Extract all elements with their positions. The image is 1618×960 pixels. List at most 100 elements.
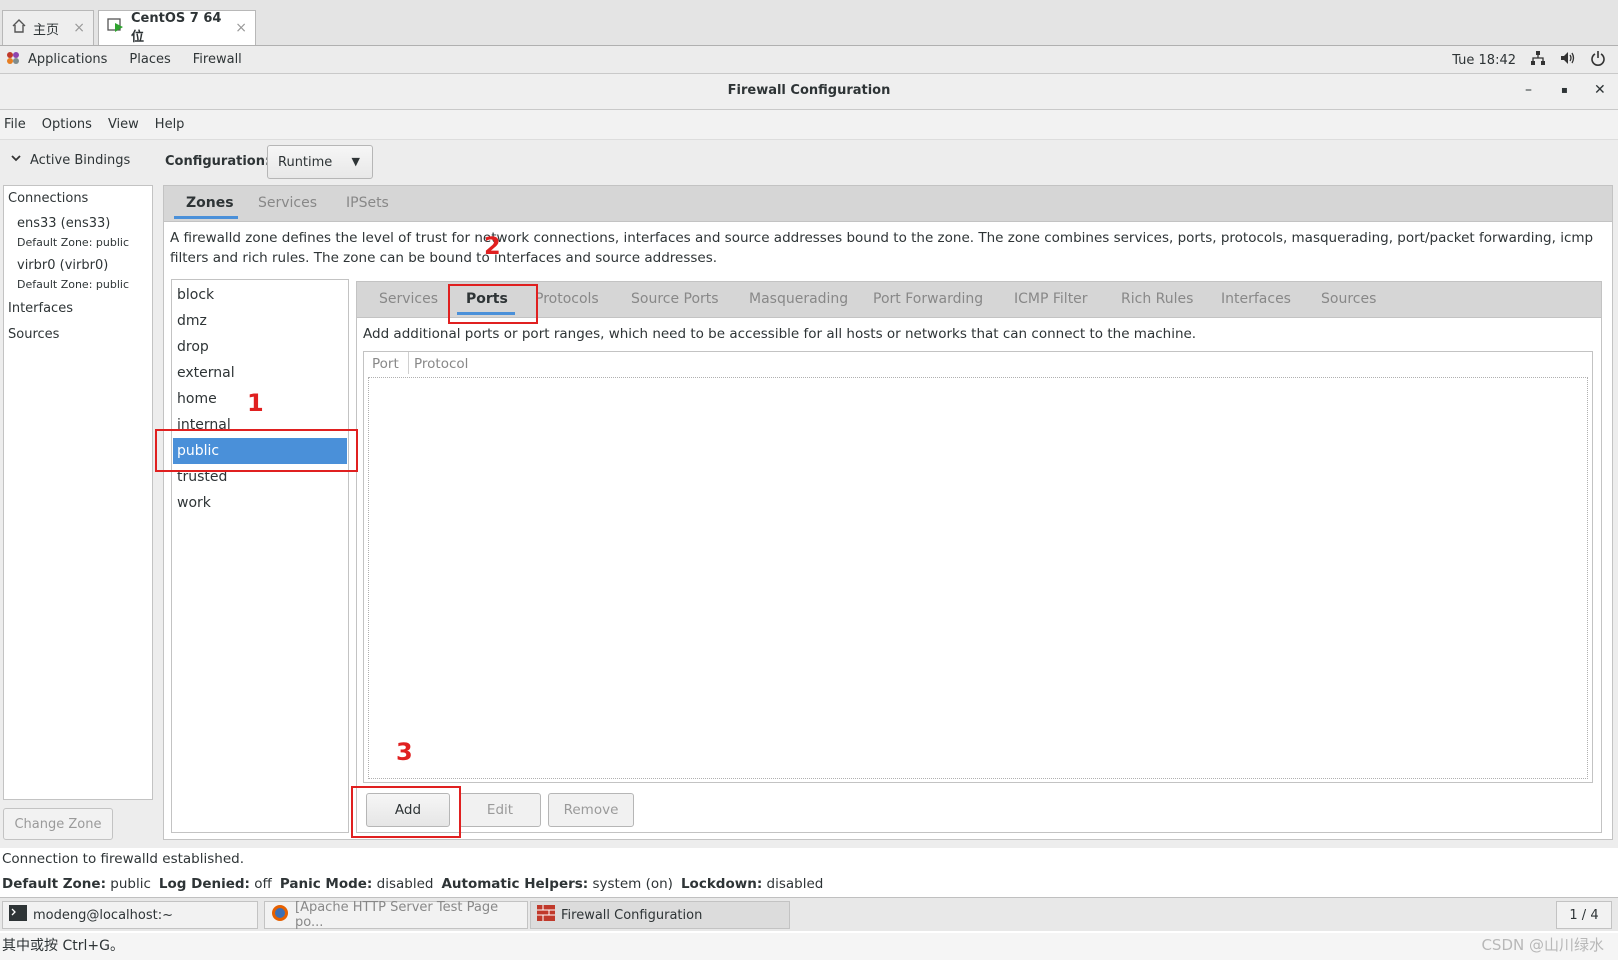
active-bindings-list: Connections ens33 (ens33) Default Zone: … — [3, 185, 153, 800]
chevron-down-icon — [10, 152, 22, 168]
default-zone-value: public — [110, 876, 151, 892]
zone-item-block[interactable]: block — [173, 282, 347, 308]
zones-list: block dmz drop external home internal pu… — [171, 279, 349, 833]
tab-port-forwarding[interactable]: Port Forwarding — [873, 291, 983, 307]
vm-tab-label: 主页 — [33, 22, 60, 38]
watermark: CSDN @山川绿水 — [1481, 936, 1604, 954]
annotation-number-2: 2 — [484, 232, 501, 260]
firefox-icon — [271, 904, 289, 926]
tab-ipsets[interactable]: IPSets — [346, 195, 389, 211]
status-summary: Default Zone: public Log Denied: off Pan… — [2, 876, 823, 892]
power-icon[interactable] — [1590, 50, 1606, 70]
outer-tab-bar: Zones Services IPSets — [164, 186, 1612, 222]
lockdown-value: disabled — [766, 876, 824, 892]
tab-services[interactable]: Services — [258, 195, 317, 211]
change-zone-button[interactable]: Change Zone — [3, 808, 113, 840]
tab-protocols[interactable]: Protocols — [535, 291, 599, 307]
tab-interfaces[interactable]: Interfaces — [1221, 291, 1291, 307]
lockdown-label: Lockdown: — [680, 876, 763, 892]
bottom-hint: 其中或按 Ctrl+G。 — [0, 933, 1618, 960]
helpers-label: Automatic Helpers: — [441, 876, 589, 892]
firewall-menu[interactable]: Firewall — [193, 52, 242, 67]
connection-virbr0[interactable]: virbr0 (virbr0) — [17, 258, 108, 273]
connection-zone: Default Zone: public — [17, 236, 129, 249]
taskbar-item-firewall[interactable]: Firewall Configuration — [530, 901, 790, 929]
panic-mode-value: disabled — [376, 876, 434, 892]
taskbar: modeng@localhost:~ [Apache HTTP Server T… — [0, 897, 1618, 931]
helpers-value: system (on) — [592, 876, 673, 892]
connection-zone: Default Zone: public — [17, 278, 129, 291]
tab-masquerading[interactable]: Masquerading — [749, 291, 848, 307]
panic-mode-label: Panic Mode: — [279, 876, 373, 892]
tab-icmp-filter[interactable]: ICMP Filter — [1014, 291, 1088, 307]
menu-help[interactable]: Help — [155, 117, 185, 132]
configuration-value: Runtime — [278, 154, 333, 170]
status-message: Connection to firewalld established. — [2, 851, 244, 867]
vm-tab-strip: 主页 × CentOS 7 64 位 × — [0, 0, 1618, 46]
annotation-box-ports-tab — [448, 284, 538, 324]
column-header-port[interactable]: Port — [372, 356, 399, 372]
close-icon[interactable]: ✕ — [1594, 82, 1606, 98]
column-header-protocol[interactable]: Protocol — [414, 356, 468, 372]
configuration-label: Configuration: — [165, 154, 271, 169]
sources-header[interactable]: Sources — [8, 327, 59, 342]
close-icon[interactable]: × — [235, 20, 247, 36]
vm-tab-centos[interactable]: CentOS 7 64 位 × — [98, 10, 256, 45]
vm-icon — [107, 18, 125, 38]
vm-tab-home[interactable]: 主页 × — [2, 10, 94, 45]
vm-tab-label: CentOS 7 64 位 — [131, 11, 222, 45]
default-zone-label: Default Zone: — [2, 876, 106, 892]
ports-description: Add additional ports or port ranges, whi… — [363, 326, 1197, 342]
zone-item-drop[interactable]: drop — [173, 334, 347, 360]
annotation-box-add — [351, 786, 461, 838]
log-denied-value: off — [254, 876, 272, 892]
terminal-icon — [9, 905, 27, 925]
zone-item-work[interactable]: work — [173, 490, 347, 516]
connection-ens33[interactable]: ens33 (ens33) — [17, 216, 110, 231]
tab-zones[interactable]: Zones — [186, 195, 234, 211]
tab-source-ports[interactable]: Source Ports — [631, 291, 719, 307]
connections-header[interactable]: Connections — [8, 191, 88, 206]
annotation-number-3: 3 — [396, 738, 413, 766]
clock[interactable]: Tue 18:42 — [1452, 53, 1516, 68]
ports-table-body[interactable] — [368, 377, 1588, 779]
log-denied-label: Log Denied: — [158, 876, 250, 892]
annotation-number-1: 1 — [247, 389, 264, 417]
menu-file[interactable]: File — [4, 117, 26, 132]
tab-rich-rules[interactable]: Rich Rules — [1121, 291, 1193, 307]
dropdown-arrow-icon: ▼ — [351, 155, 360, 168]
workspace-indicator[interactable]: 1 / 4 — [1556, 901, 1612, 929]
maximize-icon[interactable]: ▪ — [1561, 85, 1568, 96]
interfaces-header[interactable]: Interfaces — [8, 301, 73, 316]
firewall-icon — [537, 905, 555, 925]
minimize-icon[interactable]: – — [1525, 82, 1532, 98]
edit-button[interactable]: Edit — [459, 793, 541, 827]
active-bindings-toggle[interactable]: Active Bindings — [10, 152, 130, 168]
active-tab-indicator — [174, 216, 238, 219]
window-title: Firewall Configuration — [727, 83, 891, 98]
active-bindings-label: Active Bindings — [30, 152, 131, 168]
menu-view[interactable]: View — [108, 117, 139, 132]
remove-button[interactable]: Remove — [548, 793, 634, 827]
column-separator — [408, 352, 409, 374]
volume-icon[interactable] — [1560, 50, 1576, 70]
taskbar-item-terminal[interactable]: modeng@localhost:~ — [2, 901, 258, 929]
tab-sources[interactable]: Sources — [1321, 291, 1376, 307]
configuration-select[interactable]: Runtime ▼ — [267, 145, 373, 179]
tab-services[interactable]: Services — [379, 291, 438, 307]
taskbar-item-browser[interactable]: [Apache HTTP Server Test Page po... — [264, 900, 528, 930]
close-icon[interactable]: × — [73, 20, 85, 36]
zone-item-external[interactable]: external — [173, 360, 347, 386]
menubar: File Options View Help — [0, 110, 1618, 140]
taskbar-label: [Apache HTTP Server Test Page po... — [295, 900, 499, 930]
zone-description: A firewalld zone defines the level of tr… — [170, 230, 1594, 266]
inner-tab-bar: Services Ports Protocols Source Ports Ma… — [357, 282, 1601, 318]
taskbar-label: modeng@localhost:~ — [33, 907, 173, 923]
network-icon[interactable] — [1530, 50, 1546, 70]
menu-options[interactable]: Options — [42, 117, 92, 132]
places-menu[interactable]: Places — [129, 52, 170, 67]
home-icon — [11, 18, 27, 38]
window-title-bar: Firewall Configuration – ▪ ✕ — [0, 74, 1618, 110]
zone-item-dmz[interactable]: dmz — [173, 308, 347, 334]
applications-menu[interactable]: Applications — [28, 52, 107, 67]
